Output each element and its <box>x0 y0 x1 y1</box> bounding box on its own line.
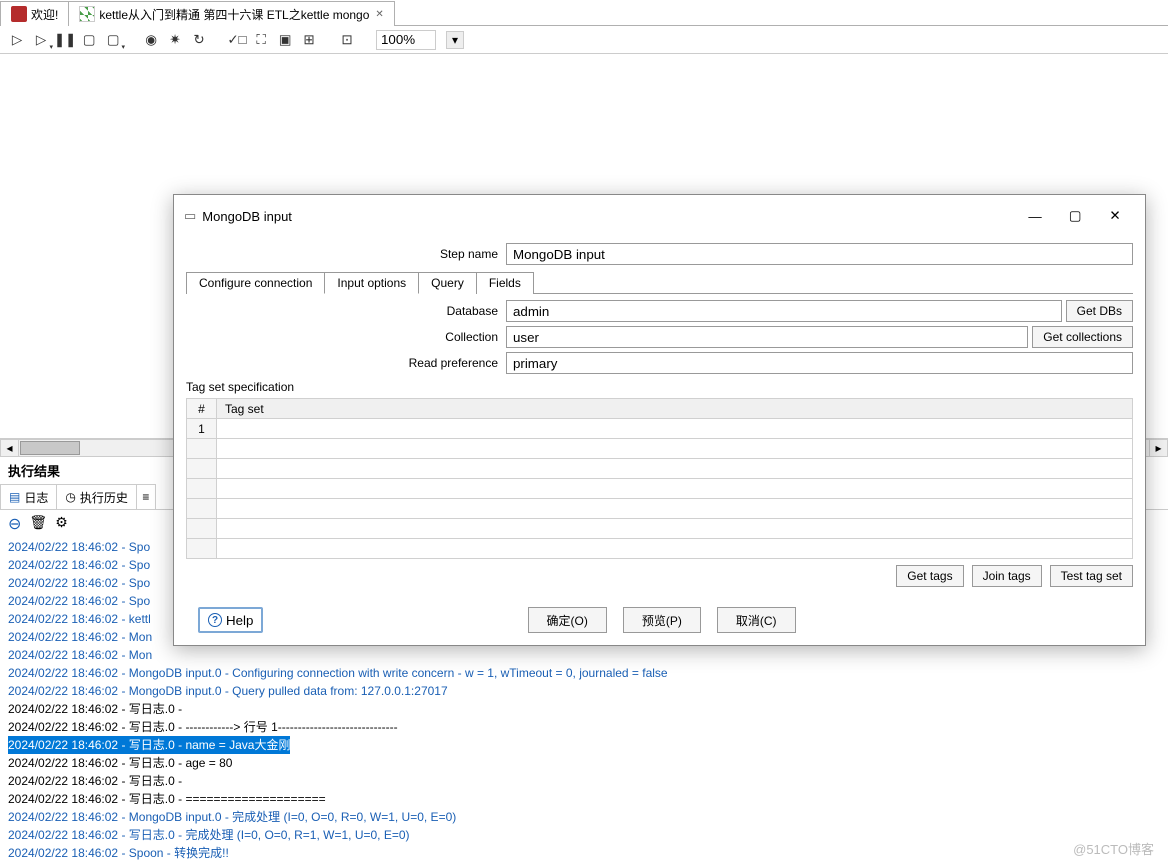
verify-icon[interactable]: ✓□ <box>228 31 246 49</box>
log-line: 2024/02/22 18:46:02 - 写日志.0 - <box>8 772 1160 790</box>
dialog-title: MongoDB input <box>202 209 1015 224</box>
tab-log[interactable]: ▤ 日志 <box>0 484 57 509</box>
help-button[interactable]: ? Help <box>198 607 263 633</box>
help-label: Help <box>226 613 253 628</box>
cancel-button[interactable]: 取消(C) <box>717 607 796 633</box>
table-row <box>187 459 1133 479</box>
tab-history-label: 执行历史 <box>80 489 128 506</box>
settings-icon[interactable]: ⚙ <box>55 514 68 534</box>
mongodb-input-dialog: ▭ MongoDB input — ▢ ✕ Step name Configur… <box>173 194 1146 646</box>
tab-history[interactable]: ◷ 执行历史 <box>56 484 137 509</box>
collection-input[interactable] <box>506 326 1028 348</box>
log-line: 2024/02/22 18:46:02 - Mon <box>8 646 1160 664</box>
debug-icon[interactable]: ✷ <box>166 31 184 49</box>
close-icon[interactable]: ✕ <box>375 9 383 20</box>
pause-icon[interactable]: ❚❚ <box>56 31 74 49</box>
table-row <box>187 519 1133 539</box>
run-icon[interactable]: ▷ <box>8 31 26 49</box>
join-tags-button[interactable]: Join tags <box>972 565 1042 587</box>
tab-input-options[interactable]: Input options <box>324 272 419 294</box>
col-number: # <box>187 399 217 419</box>
tag-set-table[interactable]: # Tag set 1 <box>186 398 1133 559</box>
log-line: 2024/02/22 18:46:02 - MongoDB input.0 - … <box>8 808 1160 826</box>
dialog-tabs: Configure connection Input options Query… <box>186 271 1133 294</box>
history-icon: ◷ <box>65 490 75 504</box>
show-results-icon[interactable]: ⊡ <box>338 31 356 49</box>
tab-welcome[interactable]: 欢迎! <box>0 1 69 26</box>
table-row <box>187 479 1133 499</box>
stop-icon[interactable]: ▢ <box>80 31 98 49</box>
dialog-titlebar[interactable]: ▭ MongoDB input — ▢ ✕ <box>174 195 1145 237</box>
explore-icon[interactable]: ⊞ <box>300 31 318 49</box>
tag-set-label: Tag set specification <box>186 380 1133 394</box>
transform-icon <box>79 6 95 22</box>
tab-more[interactable]: ≡ <box>136 484 156 509</box>
row-number: 1 <box>187 419 217 439</box>
preview-button[interactable]: 预览(P) <box>623 607 701 633</box>
table-row: 1 <box>187 419 1133 439</box>
table-row <box>187 439 1133 459</box>
stop-options-icon[interactable]: ▢▾ <box>104 31 122 49</box>
help-icon: ? <box>208 613 222 627</box>
log-line: 2024/02/22 18:46:02 - MongoDB input.0 - … <box>8 682 1160 700</box>
watermark: @51CTO博客 <box>1073 839 1154 858</box>
col-tagset: Tag set <box>217 399 1133 419</box>
table-row <box>187 539 1133 559</box>
log-line: 2024/02/22 18:46:02 - 写日志.0 - <box>8 700 1160 718</box>
preview-icon[interactable]: ◉ <box>142 31 160 49</box>
minimize-button[interactable]: — <box>1015 203 1055 229</box>
tab-transform[interactable]: kettle从入门到精通 第四十六课 ETL之kettle mongo ✕ <box>68 1 394 26</box>
tab-query[interactable]: Query <box>418 272 477 294</box>
tab-transform-label: kettle从入门到精通 第四十六课 ETL之kettle mongo <box>99 6 369 23</box>
log-icon: ▤ <box>9 490 20 504</box>
log-line: 2024/02/22 18:46:02 - 写日志.0 - ==========… <box>8 790 1160 808</box>
log-line: 2024/02/22 18:46:02 - 写日志.0 - age = 80 <box>8 754 1160 772</box>
get-dbs-button[interactable]: Get DBs <box>1066 300 1133 322</box>
dialog-icon: ▭ <box>184 208 196 224</box>
welcome-icon <box>11 6 27 22</box>
tab-configure-connection[interactable]: Configure connection <box>186 272 325 294</box>
replay-icon[interactable]: ↻ <box>190 31 208 49</box>
step-name-input[interactable] <box>506 243 1133 265</box>
sql-icon[interactable]: ▣ <box>276 31 294 49</box>
toolbar: ▷ ▷▾ ❚❚ ▢ ▢▾ ◉ ✷ ↻ ✓□ ⛶ ▣ ⊞ ⊡ ▾ <box>0 26 1168 54</box>
run-options-icon[interactable]: ▷▾ <box>32 31 50 49</box>
tagset-cell[interactable] <box>217 419 1133 439</box>
log-line: 2024/02/22 18:46:02 - 写日志.0 - ----------… <box>8 718 1160 736</box>
clear-log-icon[interactable]: ⊖ <box>8 514 21 534</box>
tab-welcome-label: 欢迎! <box>31 6 58 23</box>
tab-fields[interactable]: Fields <box>476 272 534 294</box>
log-line: 2024/02/22 18:46:02 - Spoon - 转换完成!! <box>8 844 1160 862</box>
log-line: 2024/02/22 18:46:02 - MongoDB input.0 - … <box>8 664 1160 682</box>
get-collections-button[interactable]: Get collections <box>1032 326 1133 348</box>
database-input[interactable] <box>506 300 1062 322</box>
log-line: 2024/02/22 18:46:02 - 写日志.0 - 完成处理 (I=0,… <box>8 826 1160 844</box>
zoom-dropdown-icon[interactable]: ▾ <box>446 31 464 49</box>
tab-log-label: 日志 <box>24 489 48 506</box>
get-tags-button[interactable]: Get tags <box>896 565 963 587</box>
maximize-button[interactable]: ▢ <box>1055 203 1095 229</box>
read-preference-label: Read preference <box>186 356 506 370</box>
step-name-label: Step name <box>186 247 506 261</box>
collection-label: Collection <box>186 330 506 344</box>
test-tag-set-button[interactable]: Test tag set <box>1050 565 1133 587</box>
table-row <box>187 499 1133 519</box>
log-line: 2024/02/22 18:46:02 - 写日志.0 - name = Jav… <box>8 736 1160 754</box>
zoom-input[interactable] <box>376 30 436 50</box>
read-preference-input[interactable] <box>506 352 1133 374</box>
ok-button[interactable]: 确定(O) <box>528 607 607 633</box>
impact-icon[interactable]: ⛶ <box>252 31 270 49</box>
close-button[interactable]: ✕ <box>1095 203 1135 229</box>
delete-icon[interactable]: 🗑 <box>29 514 47 534</box>
main-tabs: 欢迎! kettle从入门到精通 第四十六课 ETL之kettle mongo … <box>0 0 1168 26</box>
database-label: Database <box>186 304 506 318</box>
